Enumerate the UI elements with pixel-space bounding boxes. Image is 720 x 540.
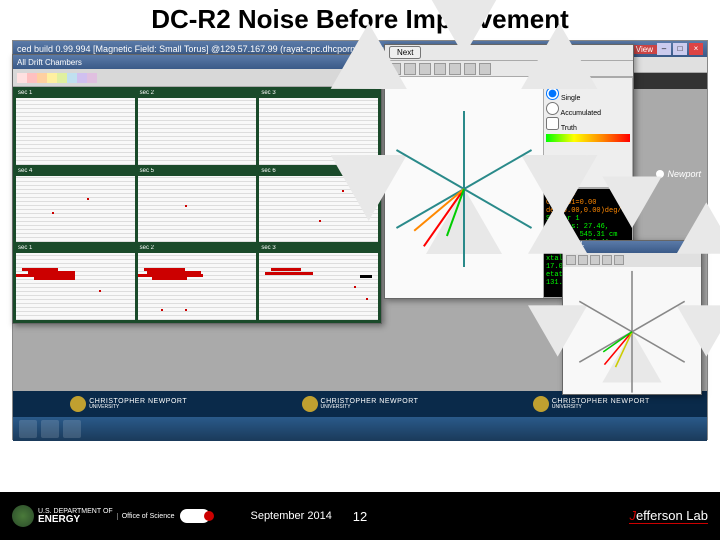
chamber-cell[interactable]: sec 2 <box>138 245 257 320</box>
taskbar-item[interactable] <box>63 420 81 438</box>
ecal-view[interactable] <box>563 267 701 395</box>
chamber-cell[interactable]: sec 2 <box>138 90 257 165</box>
tool-icon[interactable] <box>590 255 600 265</box>
newport-logo: Newport <box>656 169 701 179</box>
taskbar-item[interactable] <box>19 420 37 438</box>
taskbar-item[interactable] <box>41 420 59 438</box>
chambers-grid: sec 1 sec 2 sec 3 sec 4 sec 5 sec 6 sec … <box>13 87 381 323</box>
minimize-icon[interactable]: – <box>657 43 671 55</box>
tool-icon[interactable] <box>434 63 446 75</box>
chambers-window: All Drift Chambers × sec 1 sec 2 sec 3 s… <box>12 54 382 324</box>
chamber-cell[interactable]: sec 5 <box>138 168 257 243</box>
office-science: Office of Science <box>117 513 175 520</box>
tool-icon[interactable] <box>464 63 476 75</box>
chamber-cell[interactable]: sec 1 <box>16 245 135 320</box>
slide-footer: U.S. DEPARTMENT OFENERGY Office of Scien… <box>0 492 720 540</box>
tool-icon[interactable] <box>614 255 624 265</box>
chambers-titlebar: All Drift Chambers × <box>13 55 381 69</box>
tool-icon[interactable] <box>479 63 491 75</box>
tool-icon[interactable] <box>602 255 612 265</box>
page-number: 12 <box>353 509 367 524</box>
cnu-logo: CHRISTOPHER NEWPORTUNIVERSITY <box>533 396 650 412</box>
chambers-toolbar <box>13 69 381 87</box>
ecal-window: ECAL <box>562 240 702 395</box>
hex-detector-view[interactable] <box>385 77 543 298</box>
close-icon[interactable]: × <box>689 43 703 55</box>
slide-title: DC-R2 Noise Before Improvement <box>0 0 720 39</box>
cnu-logo: CHRISTOPHER NEWPORTUNIVERSITY <box>70 396 187 412</box>
maximize-icon[interactable]: □ <box>673 43 687 55</box>
jlab-logo: Jefferson Lab <box>629 508 708 524</box>
slide-date: September 2014 <box>250 510 331 522</box>
chamber-cell[interactable]: sec 3 <box>259 245 378 320</box>
taskbar[interactable] <box>13 417 707 441</box>
doe-logo: U.S. DEPARTMENT OFENERGY <box>12 505 113 527</box>
cnu-logo: CHRISTOPHER NEWPORTUNIVERSITY <box>302 396 419 412</box>
chamber-cell[interactable]: sec 4 <box>16 168 135 243</box>
color-scale <box>17 73 97 83</box>
jsa-logo <box>180 509 210 523</box>
chamber-cell[interactable]: sec 1 <box>16 90 135 165</box>
chambers-title: All Drift Chambers <box>17 58 82 67</box>
tool-icon[interactable] <box>449 63 461 75</box>
